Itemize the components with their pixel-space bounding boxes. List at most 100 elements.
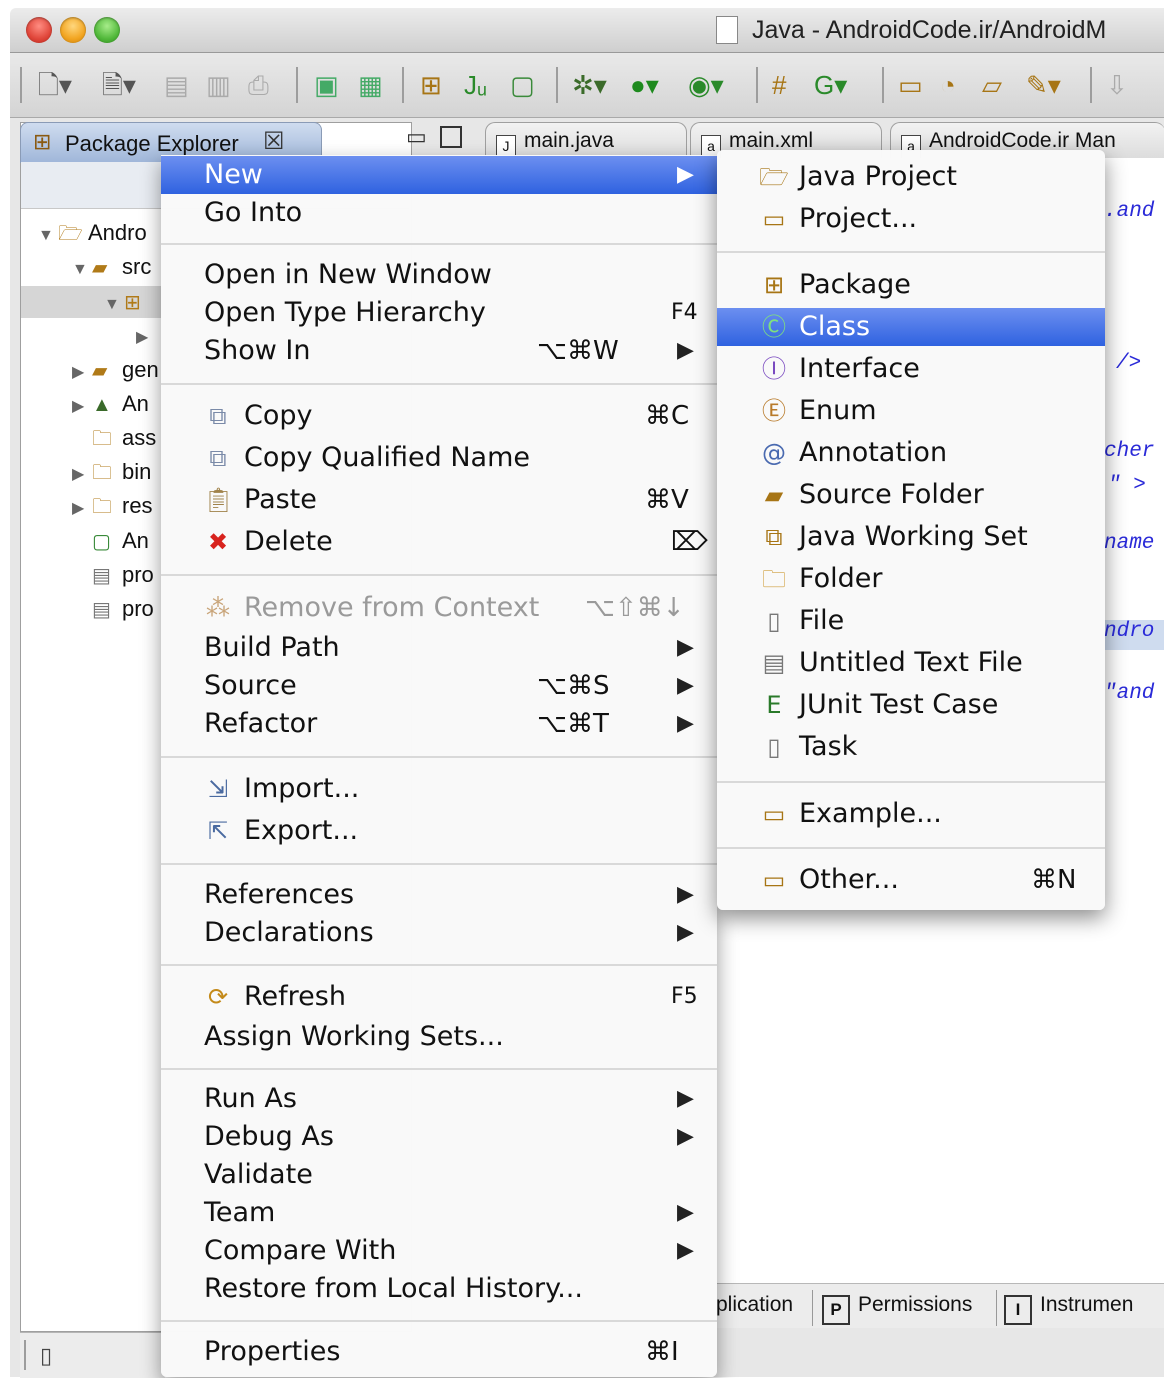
tree-item[interactable]: ▼ ▰ src	[72, 252, 151, 282]
twisty-icon[interactable]: ▶	[136, 323, 156, 353]
menu-item-paste[interactable]: 📋︎ Paste ⌘V	[161, 481, 717, 519]
menu-item-validate[interactable]: Validate	[161, 1156, 717, 1194]
tree-item[interactable]: ▶ ▲ An	[72, 389, 149, 419]
menu-item-copy[interactable]: ⧉ Copy ⌘C	[161, 397, 717, 435]
menu-item-compare-with[interactable]: Compare With ▶	[161, 1232, 717, 1270]
fast-view-icon[interactable]: ▯	[40, 1343, 52, 1369]
menu-item-assign-working-sets[interactable]: Assign Working Sets...	[161, 1018, 717, 1056]
tree-item[interactable]: ▤ pro	[72, 560, 154, 590]
submenu-item-folder[interactable]: 🗀 Folder	[717, 560, 1105, 598]
new-file-icon[interactable]: 🗎▾	[102, 69, 136, 101]
twisty-icon[interactable]: ▼	[38, 221, 58, 251]
search-icon[interactable]: ▱	[982, 69, 1002, 101]
debug-icon[interactable]: ✲▾	[572, 69, 607, 101]
tree-item[interactable]: ▤ pro	[72, 594, 154, 624]
submenu-arrow-icon: ▶	[677, 1124, 694, 1149]
tree-item[interactable]: ▶ 🗀 res	[72, 491, 153, 521]
minimize-window-button[interactable]	[60, 17, 86, 43]
submenu-item-java-working-set[interactable]: ⧉ Java Working Set	[717, 518, 1105, 556]
menu-item-references[interactable]: References ▶	[161, 876, 717, 914]
menu-item-refresh[interactable]: ⟳ Refresh F5	[161, 978, 717, 1016]
menu-item-build-path[interactable]: Build Path ▶	[161, 629, 717, 667]
menu-item-export[interactable]: ⇱ Export...	[161, 812, 717, 850]
submenu-item-file[interactable]: ▯ File	[717, 602, 1105, 640]
menu-item-copy-qualified-name[interactable]: ⧉ Copy Qualified Name	[161, 439, 717, 477]
open-type-icon[interactable]: ▭	[898, 69, 923, 101]
submenu-item-untitled-text-file[interactable]: ▤ Untitled Text File	[717, 644, 1105, 682]
tree-item[interactable]: ▶ 🗀 bin	[72, 457, 151, 487]
new-package-icon[interactable]: #	[772, 69, 786, 101]
tab-permissions[interactable]: P Permissions	[822, 1289, 972, 1325]
tab-application[interactable]: plication	[716, 1289, 793, 1321]
menu-item-refactor[interactable]: Refactor ⌥⌘T ▶	[161, 705, 717, 743]
maximize-view-icon[interactable]	[440, 126, 462, 148]
run-icon[interactable]: ●▾	[630, 69, 659, 101]
tab-main-java[interactable]: Jmain.java	[485, 122, 687, 159]
menu-item-open-in-new-window[interactable]: Open in New Window	[161, 256, 717, 294]
submenu-item-interface[interactable]: Ⓘ Interface	[717, 350, 1105, 388]
menu-item-show-in[interactable]: Show In ⌥⌘W ▶	[161, 332, 717, 370]
menu-item-open-type-hierarchy[interactable]: Open Type Hierarchy F4	[161, 294, 717, 332]
new-java-project-icon[interactable]: ⊞	[420, 69, 442, 101]
minimize-view-icon[interactable]: ▭	[406, 124, 427, 150]
new-junit-icon[interactable]: Jᵤ	[464, 69, 487, 101]
close-window-button[interactable]	[26, 17, 52, 43]
sdk-manager-icon[interactable]: ▣	[314, 69, 339, 101]
menu-item-restore-from-local-history[interactable]: Restore from Local History...	[161, 1270, 717, 1308]
twisty-icon[interactable]: ▶	[72, 494, 92, 524]
menu-item-source[interactable]: Source ⌥⌘S ▶	[161, 667, 717, 705]
toolbar-separator	[756, 67, 758, 103]
submenu-item-enum[interactable]: Ⓔ Enum	[717, 392, 1105, 430]
twisty-icon[interactable]: ▼	[72, 255, 92, 285]
save-icon[interactable]: ▤	[164, 69, 189, 101]
new-wizard-icon[interactable]: 🗋▾	[38, 69, 72, 101]
open-task-icon[interactable]: ◔	[940, 69, 956, 101]
twisty-icon[interactable]: ▶	[72, 358, 92, 388]
menu-item-new[interactable]: New ▶	[161, 156, 717, 194]
submenu-item-example[interactable]: ▭ Example...	[717, 795, 1105, 833]
tab-instrumentation[interactable]: I Instrumen	[1004, 1289, 1133, 1325]
menu-item-debug-as[interactable]: Debug As ▶	[161, 1118, 717, 1156]
menu-item-declarations[interactable]: Declarations ▶	[161, 914, 717, 952]
twisty-icon[interactable]: ▶	[72, 460, 92, 490]
submenu-item-package[interactable]: ⊞ Package	[717, 266, 1105, 304]
text-file-icon: ▤	[92, 565, 111, 587]
new-android-xml-icon[interactable]: ▢	[510, 69, 535, 101]
menu-item-remove-from-context[interactable]: ⁂ Remove from Context ⌥⇧⌘↓	[161, 589, 717, 627]
submenu-item-task[interactable]: ▯ Task	[717, 728, 1105, 766]
zoom-window-button[interactable]	[94, 17, 120, 43]
close-icon[interactable]: ☒	[263, 127, 285, 156]
twisty-icon[interactable]: ▶	[72, 392, 92, 422]
avd-manager-icon[interactable]: ▦	[358, 69, 383, 101]
permissions-icon: P	[822, 1295, 850, 1325]
print-icon[interactable]: ⎙	[248, 69, 269, 101]
menu-item-delete[interactable]: ✖ Delete ⌦	[161, 523, 717, 561]
menu-item-import[interactable]: ⇲ Import...	[161, 770, 717, 808]
submenu-item-source-folder[interactable]: ▰ Source Folder	[717, 476, 1105, 514]
submenu-item-java-project[interactable]: 🗁 Java Project	[717, 158, 1105, 196]
twisty-icon[interactable]: ▼	[104, 290, 124, 320]
package-icon: ⊞	[124, 292, 141, 314]
menu-item-go-into[interactable]: Go Into	[161, 194, 717, 232]
status-separator	[24, 1340, 26, 1370]
next-annotation-icon[interactable]: ⇩	[1106, 69, 1128, 101]
submenu-item-junit-test-case[interactable]: E JUnit Test Case	[717, 686, 1105, 724]
submenu-item-other[interactable]: ▭ Other... ⌘N	[717, 861, 1105, 899]
tree-item[interactable]: ▢ An	[72, 526, 149, 556]
tree-item[interactable]: 🗀 ass	[72, 423, 156, 453]
window-title: Java - AndroidCode.ir/AndroidM	[752, 16, 1107, 44]
flashlight-icon[interactable]: ✎▾	[1026, 69, 1061, 101]
submenu-item-annotation[interactable]: @ Annotation	[717, 434, 1105, 472]
tree-item[interactable]: ▶ ▰ gen	[72, 355, 159, 385]
tree-item[interactable]: ▼ ⊞	[104, 287, 154, 317]
submenu-item-project[interactable]: ▭ Project...	[717, 200, 1105, 238]
menu-item-properties[interactable]: Properties ⌘I	[161, 1333, 717, 1371]
new-class-icon[interactable]: G▾	[814, 69, 847, 101]
submenu-item-class[interactable]: Ⓒ Class	[717, 308, 1105, 346]
external-tools-icon[interactable]: ◉▾	[688, 69, 724, 101]
save-all-icon[interactable]: ▥	[206, 69, 231, 101]
tree-item[interactable]: ▼ 🗁 Andro	[38, 218, 147, 248]
tree-item[interactable]: ▶	[136, 320, 156, 350]
menu-item-team[interactable]: Team ▶	[161, 1194, 717, 1232]
menu-item-run-as[interactable]: Run As ▶	[161, 1080, 717, 1118]
